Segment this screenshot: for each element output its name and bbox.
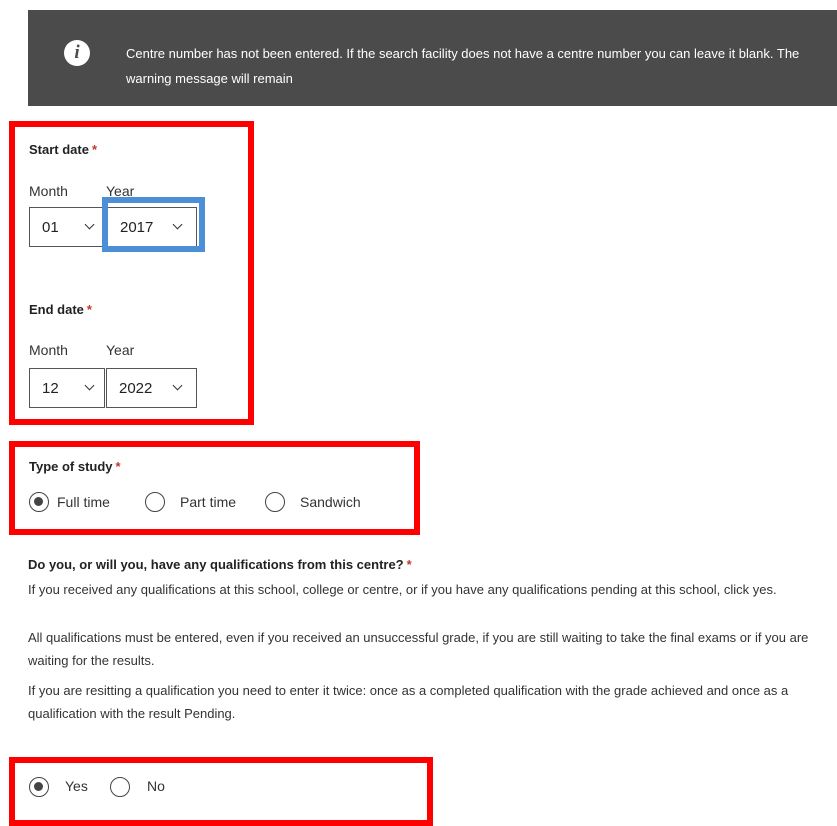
highlight-type-of-study xyxy=(9,441,420,535)
banner-message: Centre number has not been entered. If t… xyxy=(126,46,800,86)
highlight-start-year xyxy=(102,197,205,252)
qualifications-question: Do you, or will you, have any qualificat… xyxy=(28,557,412,572)
info-icon: i xyxy=(64,40,90,66)
qualifications-help-2: All qualifications must be entered, even… xyxy=(28,630,809,668)
highlight-qualifications-radios xyxy=(9,757,433,826)
qualifications-help-1: If you received any qualifications at th… xyxy=(28,582,777,597)
qualifications-help-3: If you are resitting a qualification you… xyxy=(28,683,789,721)
warning-banner: i Centre number has not been entered. If… xyxy=(28,10,837,106)
highlight-dates xyxy=(9,121,254,425)
